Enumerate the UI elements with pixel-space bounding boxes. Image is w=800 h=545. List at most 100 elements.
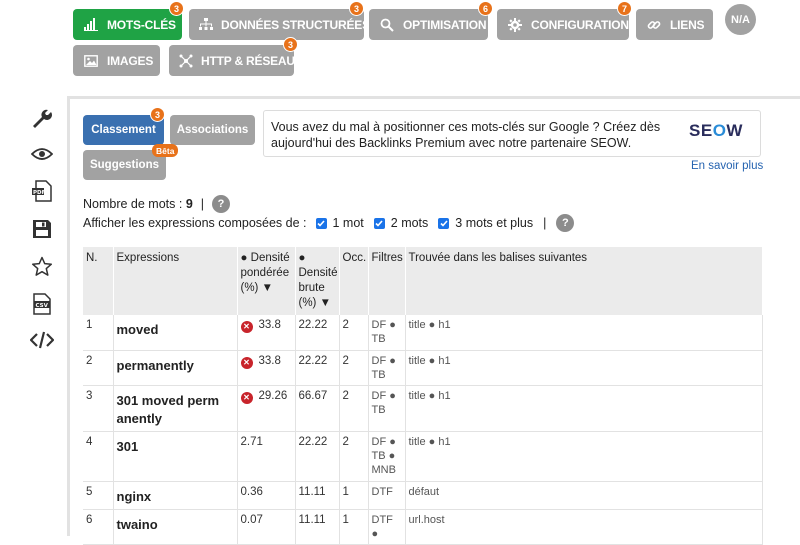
row-number: 1	[83, 315, 114, 351]
beta-badge: Bêta	[152, 144, 179, 157]
tab-configuration-badge: 7	[617, 1, 632, 16]
tab-associations[interactable]: Associations	[170, 115, 255, 145]
bar-chart-icon	[83, 17, 99, 33]
occurrences: 2	[339, 315, 369, 351]
weighted-density: ✕ 29.26	[237, 385, 296, 432]
tab-http-reseau[interactable]: HTTP & RÉSEAU	[169, 45, 295, 76]
tags-found: title ● h1	[405, 385, 763, 432]
weighted-density: 2.71	[237, 431, 296, 482]
network-icon	[179, 53, 193, 69]
table-row: 5 nginx 0.36 11.11 1 DTF défaut	[83, 481, 763, 510]
tab-donnees-structurees-badge: 3	[349, 1, 364, 16]
table-row: 6 twaino 0.07 11.11 1 DTF ● url.host	[83, 509, 763, 545]
expression: 301 moved perm anently	[113, 385, 238, 432]
expression: nginx	[113, 481, 238, 510]
tab-images[interactable]: IMAGES	[73, 45, 160, 76]
row-number: 3	[83, 385, 114, 432]
sitemap-icon	[199, 17, 213, 33]
occurrences: 1	[339, 509, 369, 545]
pdf-icon[interactable]: PDF	[30, 179, 54, 203]
search-icon	[379, 17, 395, 33]
tab-liens-label: LIENS	[670, 17, 705, 32]
star-icon[interactable]	[30, 254, 54, 278]
separator: |	[200, 197, 205, 211]
tab-http-reseau-label: HTTP & RÉSEAU	[201, 53, 295, 68]
raw-density: 22.22	[295, 431, 340, 482]
tab-optimisation-badge: 6	[478, 1, 493, 16]
col-header-densite-brute[interactable]: ● Densité brute (%) ▼	[295, 247, 340, 315]
code-icon[interactable]	[30, 328, 54, 352]
occurrences: 1	[339, 481, 369, 510]
error-icon: ✕	[240, 356, 253, 369]
col-header-balises: Trouvée dans les balises suivantes	[405, 247, 763, 315]
word-count-value: 9	[185, 197, 193, 211]
row-number: 6	[83, 509, 114, 545]
expression: permanently	[113, 350, 238, 386]
raw-density: 22.22	[295, 315, 340, 351]
col-header-densite-ponderee[interactable]: ● Densité pondérée (%) ▼	[237, 247, 296, 315]
tags-found: url.host	[405, 509, 763, 545]
weighted-density: ✕ 33.8	[237, 315, 296, 351]
checkbox-2-mots[interactable]	[373, 217, 385, 229]
tab-images-label: IMAGES	[107, 53, 154, 68]
tags-found: title ● h1	[405, 350, 763, 386]
csv-icon[interactable]: CSV	[30, 292, 54, 316]
help-icon[interactable]: ?	[212, 195, 231, 213]
filters: DF ● TB	[368, 315, 406, 351]
tags-found: title ● h1	[405, 315, 763, 351]
learn-more-link[interactable]: En savoir plus	[691, 160, 763, 172]
tab-mots-cles-badge: 3	[169, 1, 184, 16]
tab-http-reseau-badge: 3	[283, 37, 298, 52]
help-icon[interactable]: ?	[556, 214, 575, 232]
filter-label: Afficher les expressions composées de :	[83, 216, 307, 230]
raw-density: 66.67	[295, 385, 340, 432]
eye-icon[interactable]	[30, 142, 54, 166]
tab-configuration-label: CONFIGURATION	[531, 17, 629, 32]
save-icon[interactable]	[30, 217, 54, 241]
table-row: 2 permanently ✕ 33.8 22.22 2 DF ● TB titl…	[83, 350, 763, 386]
image-icon	[83, 53, 99, 69]
tab-associations-label: Associations	[176, 124, 249, 136]
tab-optimisation[interactable]: OPTIMISATION	[369, 9, 488, 40]
wrench-icon[interactable]	[30, 106, 54, 130]
col-header-occ[interactable]: Occ.	[339, 247, 369, 315]
filters: DF ● TB	[368, 350, 406, 386]
checkbox-1-mot[interactable]	[315, 217, 327, 229]
col-header-expressions[interactable]: Expressions	[113, 247, 238, 315]
raw-density: 22.22	[295, 350, 340, 386]
keywords-table: N. Expressions ● Densité pondérée (%) ▼ …	[83, 247, 763, 545]
word-count-label: Nombre de mots :	[83, 197, 186, 211]
error-icon: ✕	[240, 321, 253, 333]
svg-text:PDF: PDF	[33, 190, 46, 196]
tab-donnees-structurees[interactable]: DONNÉES STRUCTURÉES	[189, 9, 370, 40]
expression: 301	[113, 431, 238, 482]
tab-suggestions-label: Suggestions	[89, 159, 159, 171]
seow-logo[interactable]: SEOW	[689, 121, 743, 141]
tab-mots-cles[interactable]: MOTS-CLÉS	[73, 9, 182, 40]
tab-classement-label: Classement	[91, 124, 156, 136]
weighted-density: 0.07	[237, 509, 296, 545]
tab-liens[interactable]: LIENS	[636, 9, 713, 40]
error-icon: ✕	[240, 391, 253, 404]
svg-text:CSV: CSV	[36, 303, 49, 309]
col-header-n: N.	[83, 247, 114, 315]
filters: DTF ●	[368, 509, 406, 545]
checkbox-3-mots-label: 3 mots et plus	[455, 216, 534, 230]
tab-classement-badge: 3	[150, 107, 165, 122]
filters: DF ● TB ● MNB	[368, 431, 406, 482]
raw-density: 11.11	[295, 481, 340, 510]
checkbox-3-mots[interactable]	[438, 217, 450, 229]
promo-banner: Vous avez du mal à positionner ces mots-…	[263, 110, 761, 157]
col-header-filtres: Filtres	[368, 247, 406, 315]
word-count: Nombre de mots : 9 | ?	[83, 195, 231, 213]
tab-configuration[interactable]: CONFIGURATION	[497, 9, 629, 40]
filters: DF ● TB	[368, 385, 406, 432]
promo-text: Vous avez du mal à positionner ces mots-…	[271, 120, 661, 150]
table-row: 1 moved ✕ 33.8 22.22 2 DF ● TB title ● h1	[83, 315, 763, 351]
weighted-density: 0.36	[237, 481, 296, 510]
row-number: 2	[83, 350, 114, 386]
row-number: 5	[83, 481, 114, 510]
top-navigation: MOTS-CLÉS 3 DONNÉES STRUCTURÉES 3 OPTIMI…	[0, 0, 800, 80]
row-number: 4	[83, 431, 114, 482]
filters: DTF	[368, 481, 406, 510]
